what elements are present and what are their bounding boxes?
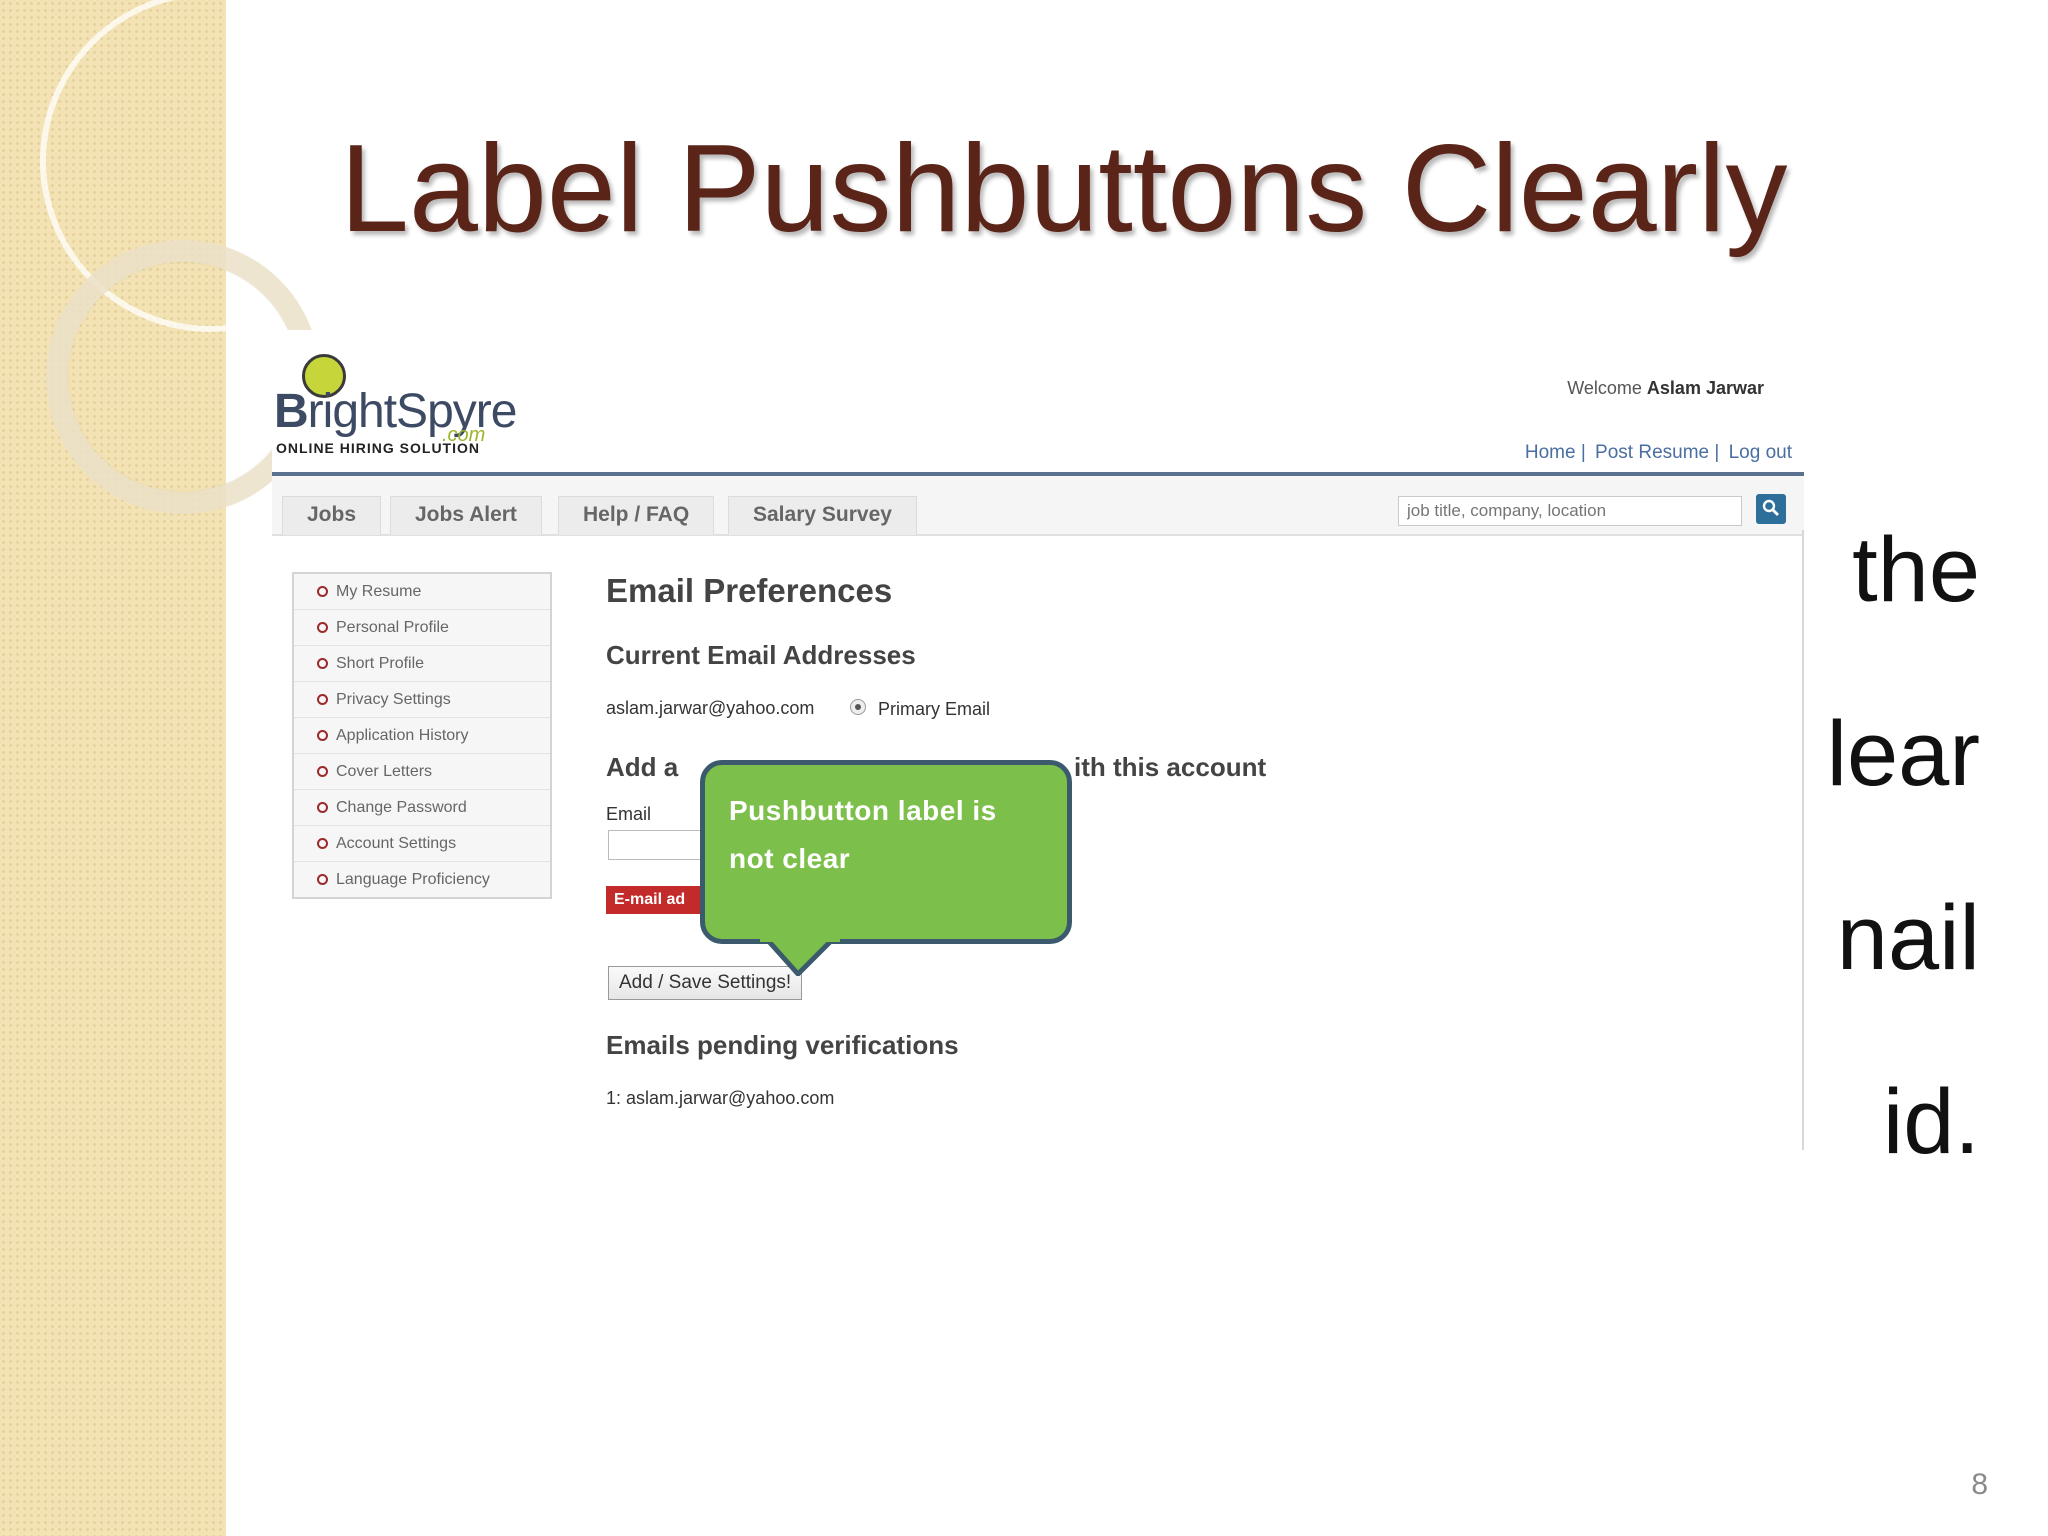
sidebar-item-change-password[interactable]: Change Password — [294, 790, 550, 826]
tab-help-faq[interactable]: Help / FAQ — [558, 496, 715, 535]
sidebar-item-account-settings[interactable]: Account Settings — [294, 826, 550, 862]
tab-jobs[interactable]: Jobs — [282, 496, 382, 535]
search-input[interactable] — [1398, 496, 1742, 526]
tab-salary-survey[interactable]: Salary Survey — [728, 496, 917, 535]
bullet-ring-icon — [317, 802, 328, 813]
bullet-fragment-3: nail — [1836, 887, 1980, 989]
pending-email-item: 1: aslam.jarwar@yahoo.com — [606, 1088, 835, 1108]
bullet-ring-icon — [317, 838, 328, 849]
embedded-website-screenshot: BrightSpyre .com ONLINE HIRING SOLUTION … — [272, 330, 1804, 1150]
sidebar-item-language-proficiency[interactable]: Language Proficiency — [294, 862, 550, 897]
primary-email-label: Primary Email — [878, 699, 991, 719]
account-sidebar: My Resume Personal Profile Short Profile… — [292, 572, 552, 899]
callout-line-2: not clear — [729, 843, 851, 874]
sidebar-item-privacy-settings[interactable]: Privacy Settings — [294, 682, 550, 718]
sidebar-item-short-profile[interactable]: Short Profile — [294, 646, 550, 682]
email-field-label: Email — [606, 804, 652, 824]
content-right-border — [1802, 530, 1804, 1150]
bullet-fragment-4: id. — [1882, 1071, 1980, 1173]
brightspyre-logo: BrightSpyre .com ONLINE HIRING SOLUTION — [274, 342, 517, 456]
sidebar-item-personal-profile[interactable]: Personal Profile — [294, 610, 550, 646]
search-icon — [1762, 499, 1779, 516]
sidebar-item-application-history[interactable]: Application History — [294, 718, 550, 754]
page-heading: Email Preferences — [606, 572, 893, 609]
bullet-ring-icon — [317, 586, 328, 597]
callout-line-1: Pushbutton label is — [729, 795, 997, 826]
primary-email-radio[interactable] — [850, 699, 866, 715]
callout-bubble: Pushbutton label is not clear — [700, 760, 1072, 944]
top-links: Home | Post Resume | Log out — [1523, 442, 1794, 464]
bullet-ring-icon — [317, 766, 328, 777]
main-navbar: Jobs Jobs Alert Help / FAQ Salary Survey — [272, 472, 1804, 536]
search-button[interactable] — [1756, 494, 1786, 524]
post-resume-link[interactable]: Post Resume | — [1595, 442, 1719, 463]
sidebar-item-cover-letters[interactable]: Cover Letters — [294, 754, 550, 790]
page-number: 8 — [1971, 1468, 1988, 1501]
bullet-fragment-2: lear — [1826, 703, 1980, 805]
logo-tagline: ONLINE HIRING SOLUTION — [276, 440, 480, 456]
add-email-heading-start: Add a — [606, 752, 679, 782]
slide-title: Label Pushbuttons Clearly — [340, 120, 1788, 258]
callout-pointer — [760, 936, 840, 976]
bullet-ring-icon — [317, 658, 328, 669]
sidebar-item-my-resume[interactable]: My Resume — [294, 574, 550, 610]
current-emails-heading: Current Email Addresses — [606, 640, 916, 670]
pending-verifications-heading: Emails pending verifications — [606, 1030, 959, 1060]
home-link[interactable]: Home | — [1525, 442, 1586, 463]
bullet-ring-icon — [317, 622, 328, 633]
welcome-message: Welcome Aslam Jarwar — [1567, 378, 1764, 398]
bullet-ring-icon — [317, 874, 328, 885]
current-email-address: aslam.jarwar@yahoo.com — [606, 698, 815, 718]
add-email-heading-end: ith this account — [1074, 752, 1267, 782]
tab-jobs-alert[interactable]: Jobs Alert — [390, 496, 542, 535]
bullet-ring-icon — [317, 694, 328, 705]
log-out-link[interactable]: Log out — [1729, 442, 1792, 463]
bullet-ring-icon — [317, 730, 328, 741]
user-name: Aslam Jarwar — [1646, 378, 1764, 398]
bullet-fragment-1: the — [1852, 519, 1980, 621]
